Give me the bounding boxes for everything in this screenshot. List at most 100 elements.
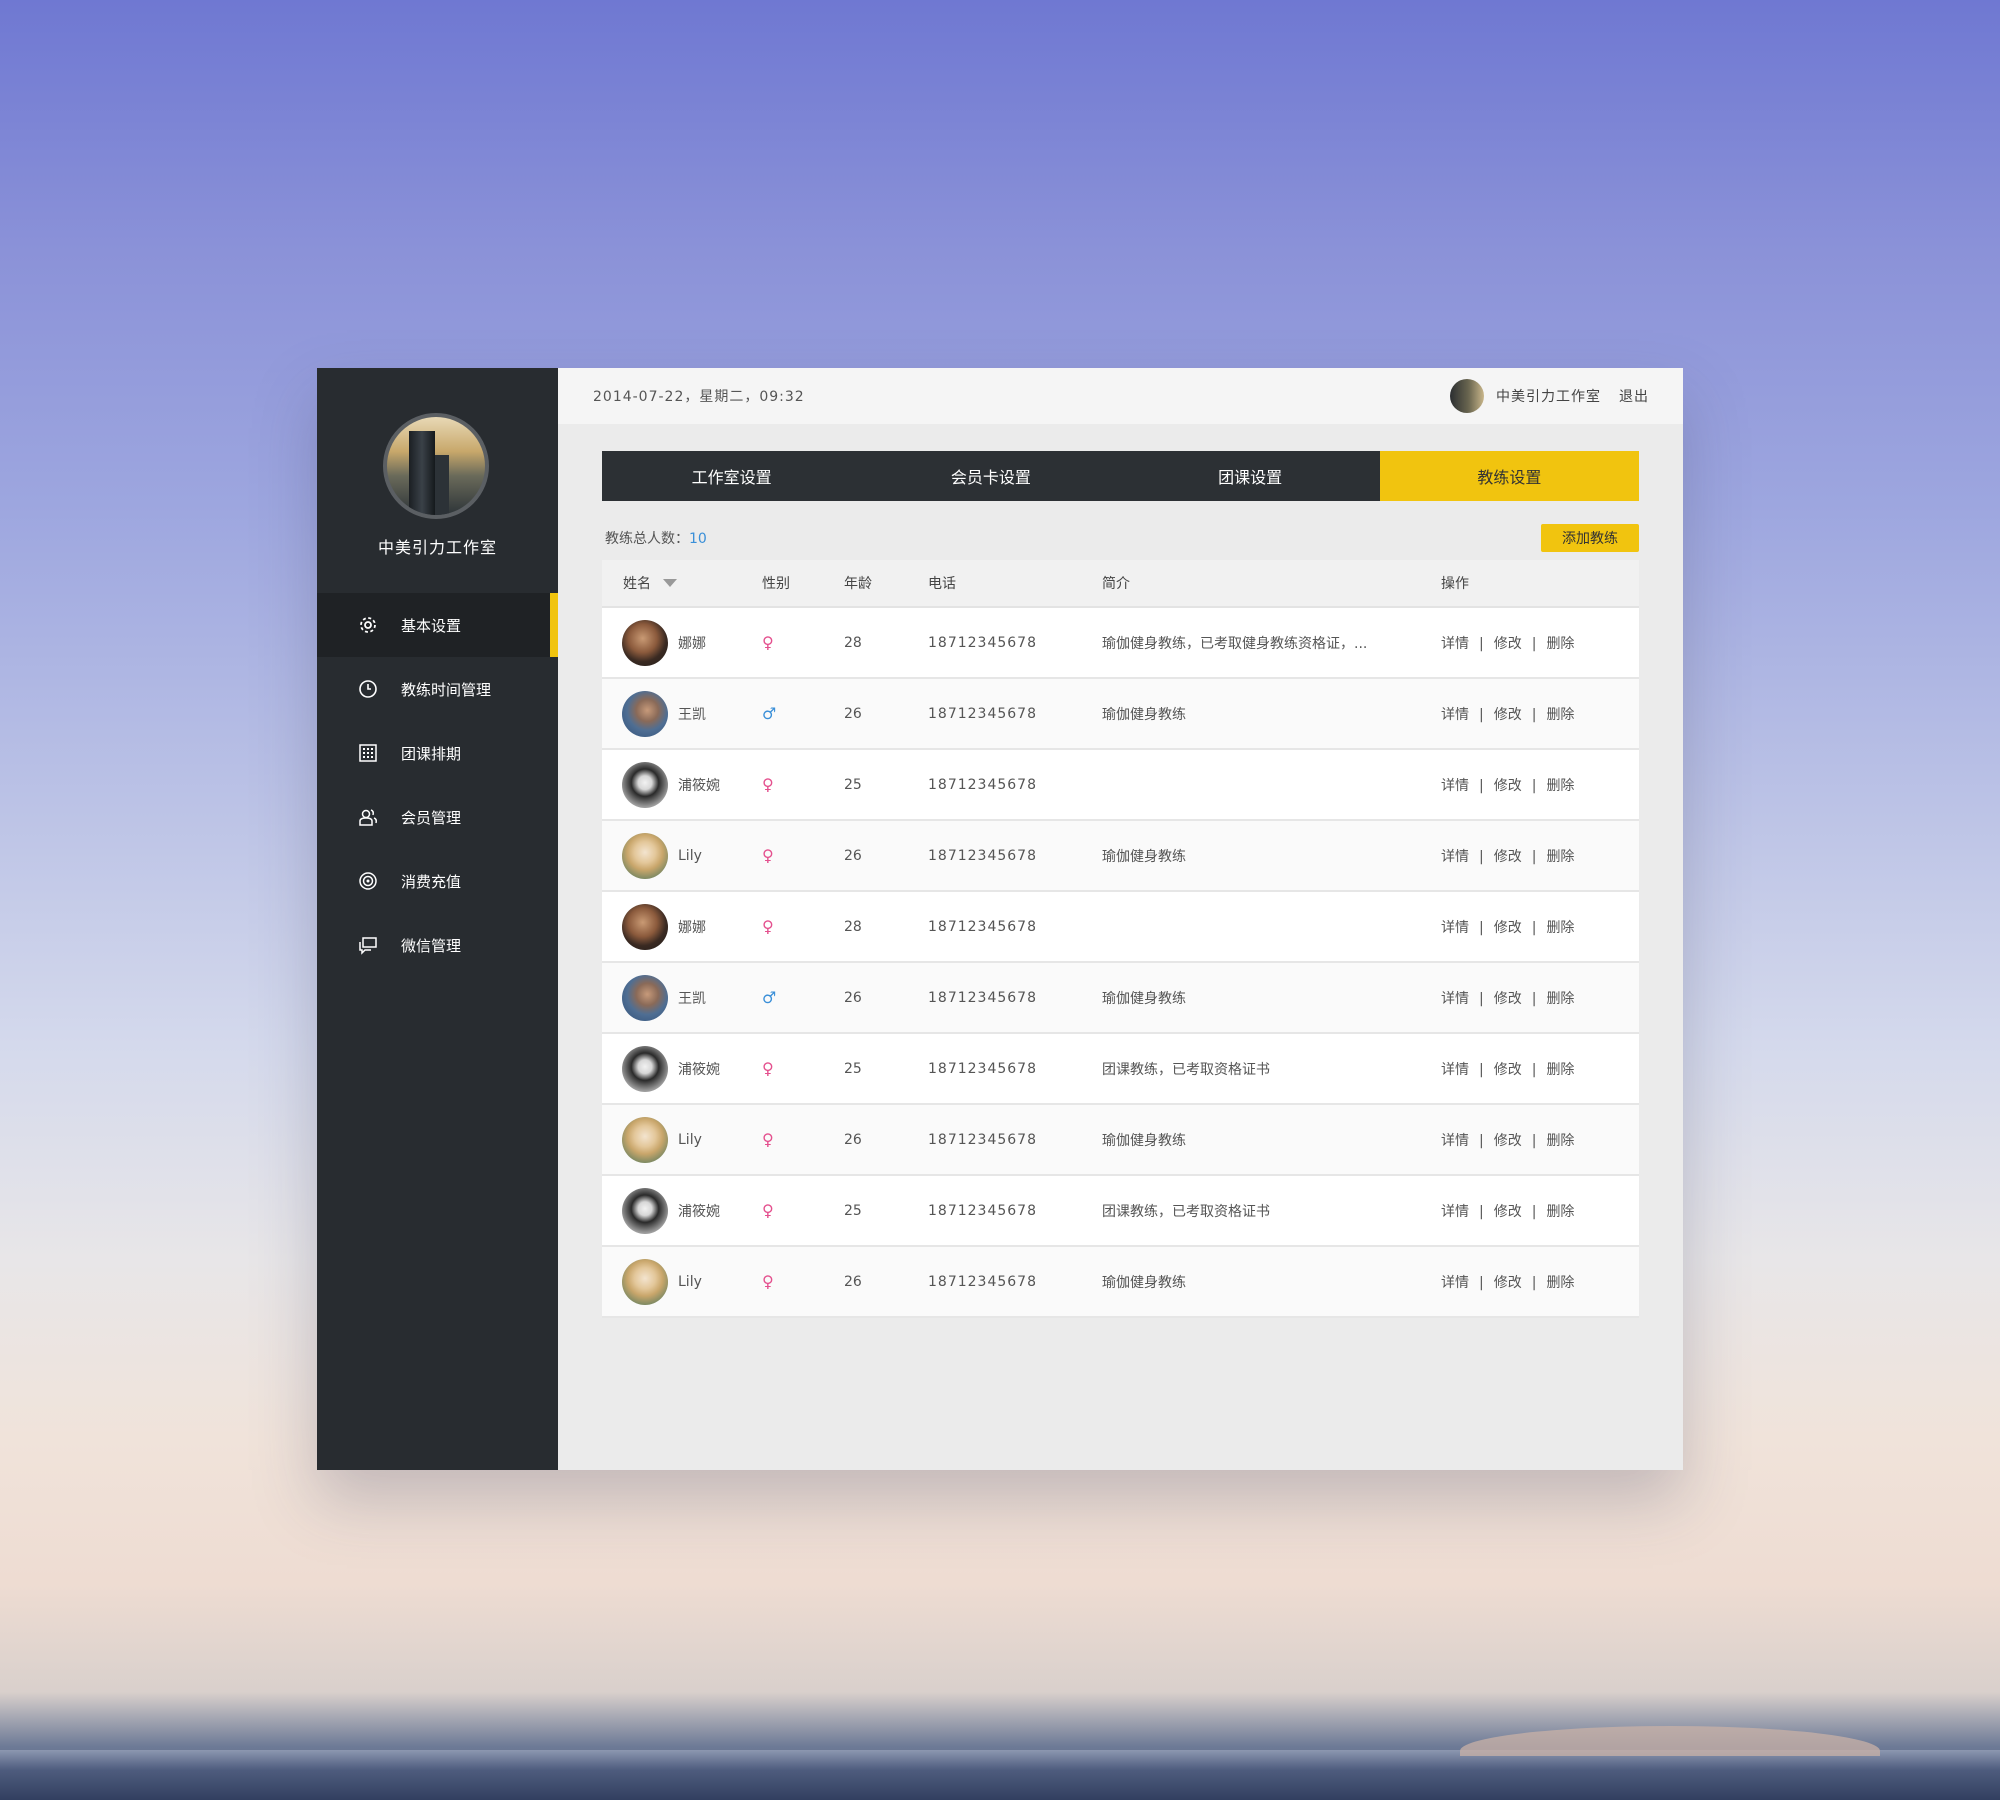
ops-separator: |	[1479, 1061, 1484, 1078]
delete-link[interactable]: 删除	[1546, 707, 1574, 723]
delete-link[interactable]: 删除	[1546, 991, 1574, 1007]
main-panel: 2014-07-22，星期二，09:32 中美引力工作室 退出 工作室设置 会员…	[558, 368, 1683, 1470]
ops-separator: |	[1479, 1203, 1484, 1220]
sidebar-item-recharge[interactable]: 消费充值	[317, 849, 558, 913]
table-row: 浦筱婉 ♀ 25 18712345678 团课教练，已考取资格证书 详情 | 修改 | 删除	[602, 1176, 1639, 1247]
avatar	[622, 1116, 668, 1163]
cell-intro: 瑜伽健身教练	[1102, 706, 1186, 723]
cell-age: 28	[844, 634, 862, 651]
cell-name: Lily	[602, 1258, 762, 1305]
cell-age: 26	[844, 989, 862, 1006]
cell-age: 28	[844, 918, 862, 935]
cell-age: 26	[844, 1131, 862, 1148]
edit-link[interactable]: 修改	[1494, 849, 1522, 865]
coach-name: 王凯	[678, 706, 706, 723]
sidebar-item-members[interactable]: 会员管理	[317, 785, 558, 849]
sort-down-icon[interactable]	[663, 579, 677, 587]
avatar[interactable]	[1450, 379, 1484, 413]
detail-link[interactable]: 详情	[1441, 778, 1469, 794]
tab-membership-card-settings[interactable]: 会员卡设置	[861, 451, 1120, 501]
sidebar-item-wechat[interactable]: 微信管理	[317, 913, 558, 977]
tab-coach-settings[interactable]: 教练设置	[1379, 451, 1639, 501]
sidebar-item-basic-settings[interactable]: 基本设置	[317, 593, 558, 657]
sidebar-item-coach-time[interactable]: 教练时间管理	[317, 657, 558, 721]
add-coach-button[interactable]: 添加教练	[1541, 524, 1639, 552]
summary-row: 教练总人数：10 添加教练	[602, 524, 1639, 552]
delete-link[interactable]: 删除	[1546, 636, 1574, 652]
calendar-grid-icon	[357, 742, 379, 764]
detail-link[interactable]: 详情	[1441, 636, 1469, 652]
delete-link[interactable]: 删除	[1546, 1275, 1574, 1291]
cell-intro: 瑜伽健身教练	[1102, 990, 1186, 1007]
avatar	[622, 974, 668, 1021]
background-sea	[0, 1750, 2000, 1800]
edit-link[interactable]: 修改	[1494, 1133, 1522, 1149]
column-header-name[interactable]: 姓名	[602, 573, 762, 593]
cell-intro: 瑜伽健身教练，已考取健身教练资格证，...	[1102, 635, 1368, 652]
detail-link[interactable]: 详情	[1441, 707, 1469, 723]
detail-link[interactable]: 详情	[1441, 849, 1469, 865]
clock-icon	[357, 678, 379, 700]
column-header-intro: 简介	[1102, 576, 1130, 592]
settings-tabs: 工作室设置 会员卡设置 团课设置 教练设置	[602, 451, 1639, 501]
cell-age: 26	[844, 847, 862, 864]
ops-separator: |	[1531, 848, 1537, 865]
cell-gender: ♂	[762, 704, 844, 723]
column-header-phone: 电话	[928, 576, 956, 592]
tab-group-class-settings[interactable]: 团课设置	[1121, 451, 1380, 501]
coach-name: 浦筱婉	[678, 777, 720, 794]
edit-link[interactable]: 修改	[1494, 778, 1522, 794]
detail-link[interactable]: 详情	[1441, 920, 1469, 936]
logout-link[interactable]: 退出	[1619, 386, 1649, 406]
edit-link[interactable]: 修改	[1494, 991, 1522, 1007]
ops-separator: |	[1531, 706, 1537, 723]
edit-link[interactable]: 修改	[1494, 707, 1522, 723]
cell-name: 浦筱婉	[602, 1187, 762, 1234]
ops-separator: |	[1531, 635, 1537, 652]
cell-gender: ♀	[762, 1059, 844, 1078]
male-icon: ♂	[762, 704, 777, 723]
detail-link[interactable]: 详情	[1441, 1062, 1469, 1078]
edit-link[interactable]: 修改	[1494, 1275, 1522, 1291]
detail-link[interactable]: 详情	[1441, 1133, 1469, 1149]
target-icon	[357, 870, 379, 892]
avatar	[622, 619, 668, 666]
cell-ops: 详情 | 修改 | 删除	[1441, 633, 1619, 653]
male-icon: ♂	[762, 988, 777, 1007]
ops-separator: |	[1531, 1132, 1537, 1149]
column-header-ops: 操作	[1441, 576, 1469, 592]
sidebar-item-label: 微信管理	[401, 936, 462, 955]
detail-link[interactable]: 详情	[1441, 991, 1469, 1007]
cell-name: 王凯	[602, 974, 762, 1021]
detail-link[interactable]: 详情	[1441, 1275, 1469, 1291]
sidebar: 中美引力工作室 基本设置 教练时间管理 团课排期 会员管理 消费充值 微信管理	[317, 368, 558, 1470]
chat-icon	[357, 934, 379, 956]
ops-separator: |	[1531, 1061, 1537, 1078]
cell-ops: 详情 | 修改 | 删除	[1441, 1201, 1619, 1221]
delete-link[interactable]: 删除	[1546, 849, 1574, 865]
avatar	[622, 903, 668, 950]
ops-separator: |	[1531, 1274, 1537, 1291]
cell-ops: 详情 | 修改 | 删除	[1441, 988, 1619, 1008]
ops-separator: |	[1479, 1132, 1484, 1149]
delete-link[interactable]: 删除	[1546, 1204, 1574, 1220]
delete-link[interactable]: 删除	[1546, 1133, 1574, 1149]
table-row: 娜娜 ♀ 28 18712345678 详情 | 修改 | 删除	[602, 892, 1639, 963]
edit-link[interactable]: 修改	[1494, 1062, 1522, 1078]
cell-age: 25	[844, 1202, 862, 1219]
user-area: 中美引力工作室 退出	[1450, 379, 1649, 413]
cell-phone: 18712345678	[928, 1060, 1037, 1077]
cell-phone: 18712345678	[928, 1202, 1037, 1219]
edit-link[interactable]: 修改	[1494, 636, 1522, 652]
coach-name: Lily	[678, 847, 702, 864]
delete-link[interactable]: 删除	[1546, 778, 1574, 794]
edit-link[interactable]: 修改	[1494, 1204, 1522, 1220]
gear-icon	[357, 614, 379, 636]
sidebar-item-class-schedule[interactable]: 团课排期	[317, 721, 558, 785]
edit-link[interactable]: 修改	[1494, 920, 1522, 936]
tab-studio-settings[interactable]: 工作室设置	[602, 451, 861, 501]
delete-link[interactable]: 删除	[1546, 1062, 1574, 1078]
delete-link[interactable]: 删除	[1546, 920, 1574, 936]
female-icon: ♀	[762, 1201, 774, 1220]
detail-link[interactable]: 详情	[1441, 1204, 1469, 1220]
